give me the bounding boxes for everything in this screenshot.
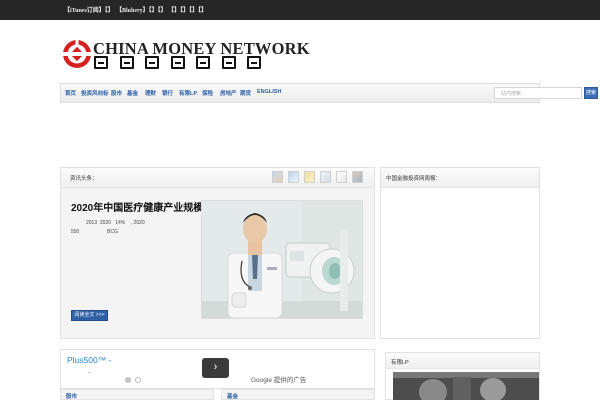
nav-item-finance[interactable]: 理财 (145, 89, 156, 97)
main-nav: 首页 投资风向标 股市 基金 理财 银行 有限LP 保险 房地产 期货 ENGL… (60, 83, 598, 103)
thumbnail-document-icon[interactable] (320, 171, 331, 183)
ad-next-arrow-icon[interactable]: › (202, 358, 229, 378)
nav-item-realestate[interactable]: 房地产 (220, 89, 237, 97)
ad-box: Plus500™ - - › Google 提供的广告 (60, 349, 375, 389)
nav-item-funds[interactable]: 基金 (127, 89, 138, 97)
thumbnail-pen-icon[interactable] (336, 171, 347, 183)
logo-emblem-icon (62, 40, 92, 68)
search-button[interactable]: 搜索 (584, 87, 598, 99)
headline-news-box: 资讯头条： 2020年中国医疗健康产业规模预测： 2013 2020 14% ,… (60, 167, 375, 339)
headline-summary-line2: 550 BCG (71, 229, 118, 235)
thumbnail-photo-icon[interactable] (352, 171, 363, 183)
top-bar: 【iTunes订阅】【】 【Bluhery】【】【】 【】【】【】【】 (0, 0, 600, 20)
weekly-report-header: 中国金融投资网周报： (381, 168, 539, 188)
funds-section-title[interactable]: 基金 (227, 392, 238, 400)
nav-item-futures[interactable]: 期货 (240, 89, 251, 97)
funds-section-header: 基金 (221, 389, 375, 400)
search-input[interactable]: 站内搜索： (494, 87, 582, 99)
topbar-link-other[interactable]: 【】【】【】【】 (168, 5, 207, 14)
nav-item-lp[interactable]: 有限LP (179, 89, 197, 97)
lp-box: 有限LP (385, 352, 540, 400)
weekly-report-title: 中国金融投资网周报： (386, 176, 442, 182)
headline-photo[interactable] (201, 200, 363, 319)
lp-photo[interactable] (393, 372, 539, 400)
nav-item-stocks[interactable]: 股市 (111, 89, 122, 97)
headline-box-title: 资讯头条： (70, 176, 98, 182)
nav-item-home[interactable]: 首页 (65, 89, 76, 97)
stocks-section-header: 股市 (60, 389, 214, 400)
stocks-section-title[interactable]: 股市 (66, 392, 77, 400)
ad-carousel-dot[interactable] (135, 377, 141, 383)
ad-title-link[interactable]: Plus500™ - (67, 355, 111, 365)
nav-item-trends[interactable]: 投资风向标 (81, 89, 109, 97)
lp-photo-icon (393, 372, 539, 400)
headline-box-header: 资讯头条： (61, 168, 374, 188)
thumbnail-chart-icon[interactable] (288, 171, 299, 183)
nav-item-english[interactable]: ENGLISH (257, 89, 281, 95)
site-logo[interactable]: CHINA MONEY NETWORK (62, 39, 310, 71)
nav-item-banks[interactable]: 银行 (162, 89, 173, 97)
google-ads-label[interactable]: Google 提供的广告 (251, 374, 306, 384)
topbar-link-blubrry[interactable]: 【Bluhery】【】【】 (116, 5, 167, 14)
lp-box-title: 有限LP (391, 360, 409, 366)
weekly-report-box: 中国金融投资网周报： (380, 167, 540, 339)
read-more-button[interactable]: 阅读全文 >>> (71, 310, 108, 321)
lp-box-header: 有限LP (386, 353, 539, 369)
thumbnail-people-icon[interactable] (272, 171, 283, 183)
topbar-link-itunes[interactable]: 【iTunes订阅】【】 (64, 5, 114, 14)
ad-carousel-dot-active[interactable] (125, 377, 131, 383)
nav-item-insurance[interactable]: 保险 (202, 89, 213, 97)
ad-subtitle: - (88, 370, 90, 376)
logo-chinese-text (94, 56, 286, 70)
doctor-photo-icon (202, 201, 362, 318)
thumbnail-folder-icon[interactable] (304, 171, 315, 183)
headline-summary-line1: 2013 2020 14% , 2020 (86, 220, 145, 226)
